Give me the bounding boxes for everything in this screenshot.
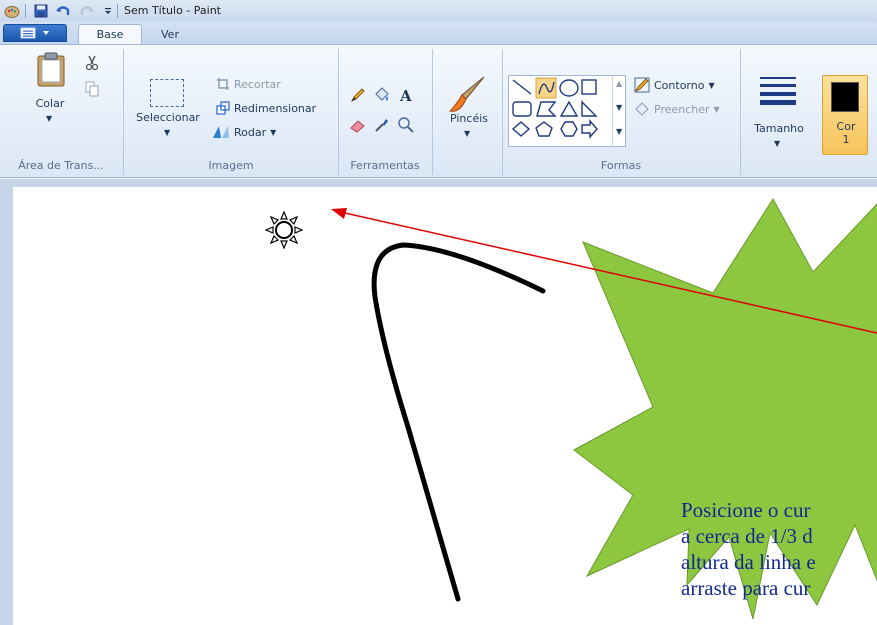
outline-button[interactable]: Contorno ▼ — [634, 77, 715, 93]
app-menu-button[interactable] — [3, 24, 67, 42]
paste-button[interactable]: Colar ▼ — [28, 49, 72, 129]
cut-icon[interactable] — [82, 53, 102, 73]
resize-label: Redimensionar — [234, 101, 317, 115]
paint-app-icon[interactable] — [4, 3, 20, 19]
tools-group-label: Ferramentas — [350, 159, 420, 172]
chevron-down-icon: ▼ — [46, 114, 53, 123]
expand-gallery-icon[interactable]: ▼ — [616, 127, 622, 136]
tab-label: Base — [96, 28, 124, 41]
callout-line: Posicione o cur — [681, 498, 811, 522]
copy-icon[interactable] — [82, 79, 102, 99]
text-tool-icon[interactable]: A — [396, 85, 416, 105]
chevron-down-icon: ▼ — [164, 128, 171, 137]
size-button[interactable]: Tamanho ▼ — [746, 49, 812, 149]
app-menu-icon — [20, 27, 36, 39]
svg-text:A: A — [399, 87, 412, 104]
resize-icon — [216, 101, 230, 115]
fill-icon — [635, 102, 649, 116]
shapes-scrollbar[interactable]: ▲ ▼ ▼ — [612, 75, 626, 147]
scroll-down-icon[interactable]: ▼ — [616, 103, 622, 112]
select-label: Seleccionar — [136, 111, 200, 124]
chevron-down-icon: ▼ — [708, 80, 715, 90]
crop-icon — [217, 78, 229, 90]
eraser-icon[interactable] — [348, 115, 368, 135]
image-group-label: Imagem — [208, 159, 254, 172]
group-separator — [432, 49, 433, 175]
shapes-icon — [511, 77, 598, 139]
shapes-group-label: Formas — [600, 159, 642, 172]
group-separator — [740, 49, 741, 175]
callout-line: altura da linha e — [681, 550, 816, 574]
chevron-down-icon: ▼ — [464, 129, 471, 138]
color-picker-icon[interactable] — [372, 115, 392, 135]
sun-cursor-icon — [264, 210, 304, 250]
chevron-down-icon: ▼ — [713, 104, 720, 114]
crop-button[interactable]: Recortar — [216, 77, 281, 91]
rotate-label: Rodar — [234, 125, 267, 139]
outline-icon — [634, 77, 650, 93]
group-separator — [338, 49, 339, 175]
shapes-gallery[interactable] — [508, 75, 626, 147]
tab-base[interactable]: Base — [78, 24, 142, 44]
callout-line: arraste para cur — [681, 576, 811, 600]
arrow-head — [331, 208, 347, 219]
group-separator — [502, 49, 503, 175]
chevron-down-icon: ▼ — [270, 127, 277, 137]
window-title: Sem Título - Paint — [124, 4, 221, 17]
ribbon: Colar ▼ Área de Trans... Seleccionar ▼ R… — [0, 44, 877, 178]
clipboard-group-label: Área de Trans... — [18, 159, 104, 172]
brush-icon — [448, 76, 485, 112]
magnifier-icon[interactable] — [396, 115, 416, 135]
scroll-up-icon[interactable]: ▲ — [616, 79, 622, 88]
select-button[interactable]: Seleccionar ▼ — [130, 49, 206, 137]
color1-swatch — [831, 82, 859, 112]
fill-bucket-icon[interactable] — [372, 85, 392, 105]
crop-label: Recortar — [234, 77, 281, 91]
clipboard-icon — [37, 52, 65, 87]
title-bar: Sem Título - Paint — [0, 0, 877, 22]
selection-rectangle-icon — [150, 79, 184, 107]
rotate-button[interactable]: Rodar ▼ — [212, 125, 276, 139]
chevron-down-icon — [43, 31, 49, 35]
color1-number: 1 — [842, 133, 850, 146]
fill-button[interactable]: Preencher ▼ — [634, 101, 720, 117]
outline-label: Contorno — [654, 78, 705, 92]
group-separator — [123, 49, 124, 175]
ribbon-tab-row: Base Ver — [0, 22, 877, 44]
paste-label: Colar — [35, 97, 65, 110]
resize-button[interactable]: Redimensionar — [216, 101, 316, 115]
size-label: Tamanho — [754, 122, 804, 135]
separator — [25, 4, 26, 18]
canvas-workspace: Posicione o cur a cerca de 1/3 d altura … — [0, 179, 877, 625]
color1-button[interactable]: Cor 1 — [822, 75, 868, 155]
tab-ver[interactable]: Ver — [150, 24, 190, 44]
pencil-icon[interactable] — [348, 85, 368, 105]
separator — [117, 4, 118, 18]
save-icon[interactable] — [33, 3, 49, 19]
callout-line: a cerca de 1/3 d — [681, 524, 813, 548]
brushes-button[interactable]: Pincéis ▼ — [440, 49, 498, 149]
customize-quick-access-icon[interactable] — [100, 3, 116, 19]
brushes-label: Pincéis — [449, 112, 489, 125]
rotate-icon — [213, 126, 229, 138]
undo-icon[interactable] — [55, 3, 71, 19]
line-size-icon — [760, 77, 796, 105]
color1-label: Cor — [836, 120, 856, 133]
fill-label: Preencher — [654, 102, 710, 116]
curve-stroke — [371, 242, 546, 602]
chevron-down-icon: ▼ — [774, 139, 781, 148]
tab-label: Ver — [161, 27, 179, 41]
callout-text: Posicione o cur a cerca de 1/3 d altura … — [681, 497, 877, 601]
redo-icon[interactable] — [79, 3, 95, 19]
